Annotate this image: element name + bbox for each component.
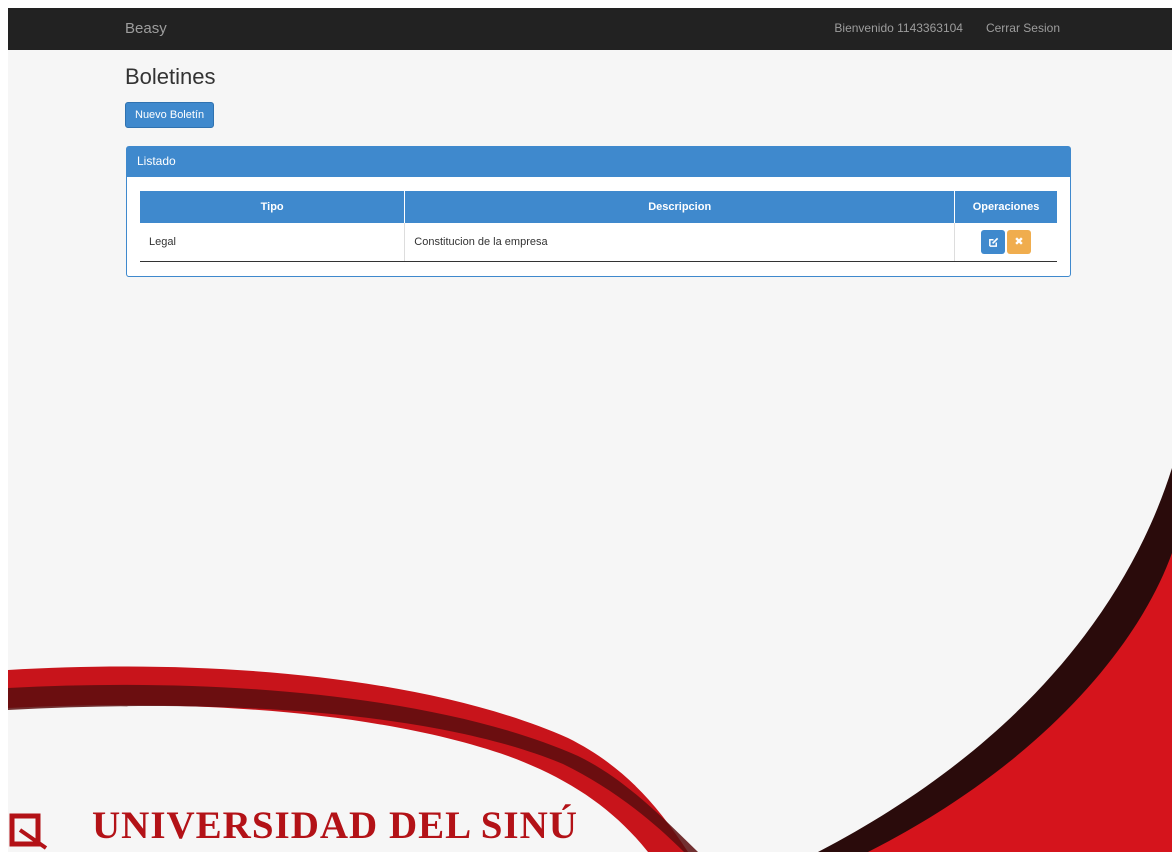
delete-button[interactable]: ✖ [1007, 230, 1032, 254]
column-header-tipo: Tipo [140, 191, 406, 223]
edit-button[interactable] [981, 230, 1006, 254]
app-frame: Beasy Bienvenido 1143363104 Cerrar Sesio… [8, 8, 1172, 852]
brand-link[interactable]: Beasy [125, 20, 167, 37]
top-navbar: Beasy Bienvenido 1143363104 Cerrar Sesio… [8, 8, 1172, 50]
panel-body: Tipo Descripcion Operaciones Legal Const… [140, 191, 1057, 262]
table-header-row: Tipo Descripcion Operaciones [140, 191, 1057, 223]
listing-panel: Listado Tipo Descripcion Operaciones Leg… [126, 146, 1071, 277]
close-icon: ✖ [1014, 236, 1024, 248]
welcome-text: Bienvenido 1143363104 [834, 21, 963, 35]
edit-icon [988, 237, 998, 247]
table-row: Legal Constitucion de la empresa ✖ [140, 223, 1057, 262]
cell-operaciones: ✖ [954, 223, 1057, 262]
column-header-operaciones: Operaciones [954, 191, 1057, 223]
bulletins-table: Tipo Descripcion Operaciones Legal Const… [140, 191, 1057, 262]
background-swoosh [8, 468, 1172, 852]
cell-descripcion: Constitucion de la empresa [404, 223, 956, 262]
column-header-descripcion: Descripcion [404, 191, 956, 223]
cell-tipo: Legal [140, 223, 406, 262]
navbar-right: Bienvenido 1143363104 Cerrar Sesion [834, 21, 1060, 35]
new-bulletin-button[interactable]: Nuevo Boletín [125, 102, 215, 128]
university-logo-text: UNIVERSIDAD DEL SINÚ [92, 804, 578, 847]
university-logo-mark [9, 813, 48, 850]
panel-heading: Listado [127, 147, 1070, 177]
red-swoosh-right [848, 528, 1172, 852]
logout-link[interactable]: Cerrar Sesion [986, 21, 1060, 35]
page-title: Boletines [125, 64, 216, 89]
